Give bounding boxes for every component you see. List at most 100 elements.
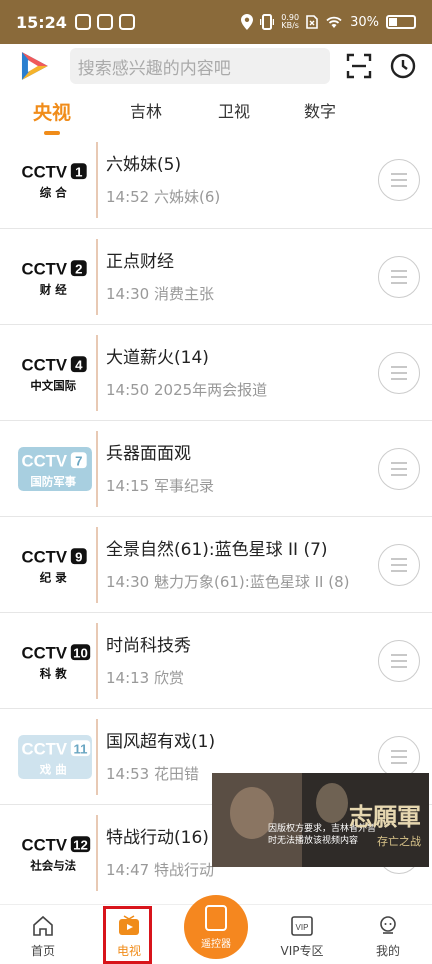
battery-percent: 30%	[350, 14, 379, 30]
row-divider	[96, 142, 98, 218]
scan-icon	[347, 53, 372, 79]
cctv-logo-sub: 国防军事	[30, 475, 76, 489]
cctv-logo-icon: CCTV 10 科 教	[22, 643, 91, 681]
channel-logo: CCTV 1 综 合	[12, 142, 98, 218]
channel-row[interactable]: CCTV 9 纪 录 全景自然(61):蓝色星球 II (7) 14:30 魅力万象(6…	[0, 516, 432, 612]
tab-jilin[interactable]: 吉林	[128, 92, 164, 122]
nav-mine-label: 我的	[375, 944, 400, 958]
notification-icon	[118, 14, 135, 30]
current-program: 正点财经	[106, 252, 174, 272]
tab-cctv[interactable]: 央视	[30, 92, 74, 135]
cctv-logo-text: CCTV	[22, 259, 68, 278]
row-divider	[96, 431, 98, 507]
tab-satellite[interactable]: 卫视	[216, 92, 252, 122]
battery-icon	[386, 15, 416, 29]
channel-row[interactable]: CCTV 7 国防军事 兵器面面观 14:15 军事纪录	[0, 420, 432, 516]
tv-icon	[119, 915, 139, 935]
list-icon	[391, 558, 407, 572]
location-icon	[241, 14, 254, 30]
list-icon	[391, 366, 407, 380]
cctv-logo-text: CCTV	[22, 355, 68, 374]
cctv-logo-number: 9	[75, 549, 82, 564]
current-program: 大道薪火(14)	[106, 348, 209, 368]
status-bar: 15:24 0.90 KB/s 30%	[0, 0, 432, 44]
cctv-logo-sub: 科 教	[40, 667, 67, 681]
list-icon	[391, 654, 407, 668]
cctv-logo-icon: CCTV 12 社会与法	[22, 835, 91, 873]
nav-mine[interactable]: 我的	[358, 915, 418, 959]
cctv-logo-sub: 纪 录	[40, 571, 67, 585]
channel-row[interactable]: CCTV 10 科 教 时尚科技秀 14:13 欣赏	[0, 612, 432, 708]
row-divider	[96, 527, 98, 603]
cctv-logo-number: 7	[75, 453, 82, 468]
home-icon	[33, 915, 53, 936]
wifi-icon	[326, 16, 342, 28]
schedule-button[interactable]	[378, 448, 420, 490]
channel-logo: CCTV 9 纪 录	[12, 527, 98, 603]
network-speed: 0.90 KB/s	[281, 13, 300, 30]
current-program: 全景自然(61):蓝色星球 II (7)	[106, 540, 328, 560]
channel-logo: CCTV 11 戏 曲	[12, 719, 98, 795]
status-time: 15:24	[16, 12, 67, 32]
vibrate-icon	[260, 14, 275, 30]
list-icon	[391, 462, 407, 476]
schedule-button[interactable]	[378, 736, 420, 778]
channel-logo: CCTV 10 科 教	[12, 623, 98, 699]
nav-vip[interactable]: VIP VIP专区	[272, 915, 332, 959]
cctv-logo-sub: 中文国际	[30, 379, 76, 393]
next-program: 14:53 花田错	[106, 765, 199, 783]
remote-icon	[205, 904, 227, 931]
nav-home[interactable]: 首页	[13, 915, 73, 959]
search-placeholder: 搜索感兴趣的内容吧	[77, 58, 231, 79]
schedule-button[interactable]	[378, 640, 420, 682]
schedule-button[interactable]	[378, 256, 420, 298]
next-program: 14:30 魅力万象(61):蓝色星球 II (8)	[106, 573, 350, 591]
cctv-logo-icon: CCTV 7 国防军事	[18, 447, 92, 491]
nav-tv-label: 电视	[116, 944, 141, 958]
next-program: 14:13 欣赏	[106, 669, 184, 687]
channel-logo: CCTV 12 社会与法	[12, 815, 98, 891]
cctv-logo-number: 12	[73, 837, 88, 852]
schedule-button[interactable]	[378, 352, 420, 394]
scan-button[interactable]	[344, 51, 374, 81]
video-subtitle: 存亡之战	[377, 835, 421, 848]
cctv-logo-icon: CCTV 1 综 合	[22, 162, 87, 200]
svg-text:VIP: VIP	[296, 923, 309, 932]
cctv-logo-text: CCTV	[22, 162, 68, 181]
cctv-logo-icon: CCTV 2 财 经	[22, 259, 87, 297]
history-button[interactable]	[388, 51, 418, 81]
channel-logo: CCTV 4 中文国际	[12, 335, 98, 411]
channel-tabs: 央视 吉林 卫视 数字	[0, 92, 432, 136]
cctv-logo-icon: CCTV 11 戏 曲	[18, 735, 92, 779]
channel-logo: CCTV 2 财 经	[12, 239, 98, 315]
current-program: 六姊妹(5)	[106, 155, 182, 175]
current-program: 时尚科技秀	[106, 636, 191, 656]
next-program: 14:15 军事纪录	[106, 477, 214, 495]
row-divider	[96, 239, 98, 315]
user-icon	[380, 916, 396, 934]
cctv-logo-number: 10	[73, 645, 88, 660]
schedule-button[interactable]	[378, 159, 420, 201]
remote-label: 遥控器	[201, 938, 231, 950]
channel-row[interactable]: CCTV 1 综 合 六姊妹(5) 14:52 六姊妹(6)	[0, 132, 432, 228]
remote-button[interactable]: 遥控器	[184, 895, 248, 959]
channel-row[interactable]: CCTV 4 中文国际 大道薪火(14) 14:50 2025年两会报道	[0, 324, 432, 420]
tab-digital[interactable]: 数字	[302, 92, 338, 122]
search-input[interactable]: 搜索感兴趣的内容吧	[69, 48, 331, 84]
row-divider	[96, 719, 98, 795]
notification-icon	[74, 14, 91, 30]
video-player[interactable]: 因版权方要求，吉林省外暂时无法播放该视频内容 志願軍 存亡之战	[212, 773, 429, 867]
cctv-logo-number: 11	[74, 741, 88, 756]
sim-icon	[306, 15, 318, 29]
nav-vip-label: VIP专区	[280, 944, 324, 958]
next-program: 14:30 消费主张	[106, 285, 214, 303]
row-divider	[96, 335, 98, 411]
nav-tv[interactable]: 电视	[99, 915, 159, 959]
vip-icon: VIP	[291, 916, 313, 936]
status-app-icons	[74, 14, 135, 30]
list-icon	[391, 270, 407, 284]
current-program: 兵器面面观	[106, 444, 191, 464]
channel-row[interactable]: CCTV 2 财 经 正点财经 14:30 消费主张	[0, 228, 432, 324]
schedule-button[interactable]	[378, 544, 420, 586]
next-program: 14:52 六姊妹(6)	[106, 188, 221, 206]
